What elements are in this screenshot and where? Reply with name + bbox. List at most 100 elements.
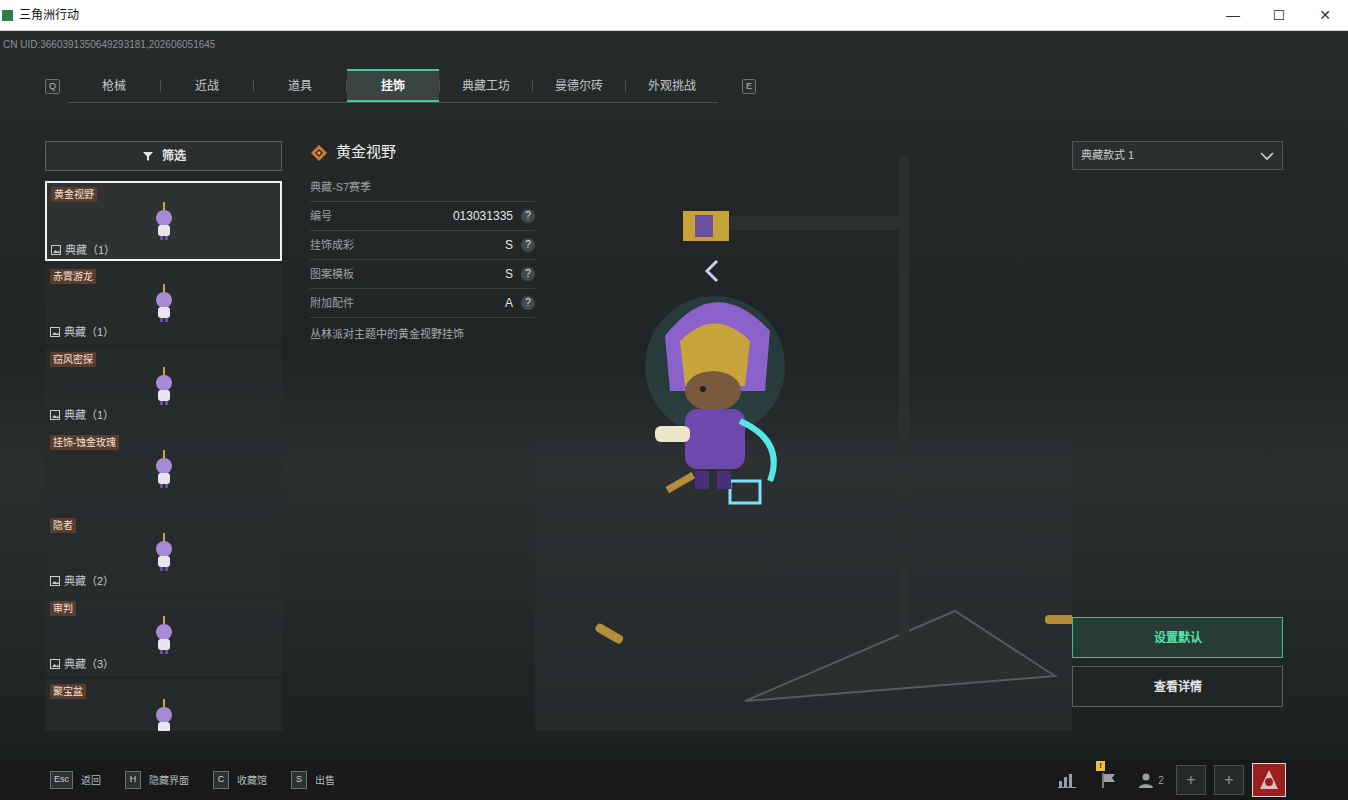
view-details-button[interactable]: 查看详情 bbox=[1072, 666, 1283, 707]
category-tab[interactable]: 枪械 bbox=[68, 69, 160, 102]
charm-item[interactable]: 挂饰-蚀金玫瑰 bbox=[45, 430, 282, 510]
hotkey-key: S bbox=[291, 771, 307, 789]
filter-icon bbox=[142, 150, 154, 162]
category-tab[interactable]: 挂饰 bbox=[347, 69, 439, 102]
alert-badge: ! bbox=[1096, 761, 1105, 771]
charm-panel: 筛选 黄金视野典藏（1）赤霄游龙典藏（1）窃风密探典藏（1）挂饰-蚀金玫瑰隐者典… bbox=[45, 141, 282, 731]
attribute-value: 013031335 bbox=[453, 207, 513, 225]
tab-label: 枪械 bbox=[102, 77, 126, 95]
bar-chart-icon bbox=[1058, 772, 1076, 788]
tab-label: 近战 bbox=[195, 77, 219, 95]
flag-icon bbox=[1100, 772, 1118, 788]
charm-item[interactable]: 隐者典藏（2） bbox=[45, 513, 282, 593]
charm-item[interactable]: 审判典藏（3） bbox=[45, 596, 282, 676]
hotkey[interactable]: S出售 bbox=[291, 771, 335, 789]
attribute-label: 编号 bbox=[310, 208, 453, 225]
charm-item[interactable]: 黄金视野典藏（1） bbox=[45, 181, 282, 261]
hotkey[interactable]: H隐藏界面 bbox=[125, 771, 189, 789]
category-tab[interactable]: 外观挑战 bbox=[626, 69, 718, 102]
category-tab[interactable]: 道具 bbox=[254, 69, 346, 102]
hotkey-list: Esc 返回 H隐藏界面 C收藏馆 S出售 bbox=[50, 771, 335, 789]
add-slot-button[interactable]: + bbox=[1214, 765, 1244, 795]
description: 丛林派对主题中的黄金视野挂饰 bbox=[310, 318, 535, 343]
add-slot-button[interactable]: + bbox=[1176, 765, 1206, 795]
charm-item[interactable]: 赤霄游龙典藏（1） bbox=[45, 264, 282, 344]
category-tab[interactable]: 典藏工坊 bbox=[440, 69, 532, 102]
close-button[interactable]: ✕ bbox=[1302, 0, 1348, 30]
category-tab[interactable]: 曼德尔砖 bbox=[533, 69, 625, 102]
button-label: 查看详情 bbox=[1154, 680, 1202, 694]
help-button[interactable]: ? bbox=[521, 238, 535, 252]
charm-name: 黄金视野 bbox=[51, 187, 97, 202]
notice-button[interactable]: ! bbox=[1092, 763, 1126, 797]
charm-item[interactable]: 窃风密探典藏（1） bbox=[45, 347, 282, 427]
set-default-button[interactable]: 设置默认 bbox=[1072, 617, 1283, 658]
help-button[interactable]: ? bbox=[521, 209, 535, 223]
hotkey-key: C bbox=[213, 771, 229, 789]
charm-item[interactable]: 聚宝盆 bbox=[45, 679, 282, 731]
app-logo-icon bbox=[2, 10, 13, 21]
charm-tag-row: 典藏（3） bbox=[50, 656, 277, 673]
help-button[interactable]: ? bbox=[521, 267, 535, 281]
picture-icon bbox=[50, 659, 60, 669]
charm-thumb-area bbox=[51, 202, 276, 242]
window-title: 三角洲行动 bbox=[19, 6, 1210, 24]
party-count: 2 bbox=[1158, 773, 1164, 788]
hotkey[interactable]: C收藏馆 bbox=[213, 771, 267, 789]
picture-icon bbox=[50, 410, 60, 420]
style-dropdown[interactable]: 典藏款式 1 bbox=[1072, 141, 1283, 170]
rarity-diamond-icon bbox=[310, 144, 328, 162]
charm-thumb-area bbox=[50, 699, 277, 731]
attribute-label: 附加配件 bbox=[310, 295, 505, 312]
game-screen: CN UID:3660391350649293181,202606051645 … bbox=[0, 31, 1348, 760]
next-tab-key[interactable]: E bbox=[742, 79, 756, 94]
charm-thumb-area bbox=[50, 284, 277, 324]
tab-divider bbox=[160, 80, 161, 92]
charm-item-header: 赤霄游龙 bbox=[50, 269, 277, 284]
picture-icon bbox=[51, 245, 61, 255]
hotkey-key: Esc bbox=[50, 771, 73, 789]
charm-tag: 典藏（1） bbox=[65, 242, 115, 259]
hotkey-label: 返回 bbox=[81, 773, 101, 788]
party-button[interactable]: 2 bbox=[1134, 763, 1168, 797]
player-avatar-icon[interactable] bbox=[1252, 763, 1286, 797]
tray: ! 2 + + bbox=[1050, 763, 1286, 797]
button-label: 设置默认 bbox=[1154, 631, 1202, 645]
person-icon bbox=[1138, 772, 1154, 788]
category-tab[interactable]: 近战 bbox=[161, 69, 253, 102]
charm-tag-row: 典藏（1） bbox=[50, 407, 277, 424]
attribute-row: 附加配件A? bbox=[310, 289, 535, 318]
stats-button[interactable] bbox=[1050, 763, 1084, 797]
chevron-down-icon bbox=[1260, 151, 1274, 161]
tab-label: 外观挑战 bbox=[648, 77, 696, 95]
charm-thumb-icon bbox=[149, 284, 179, 324]
tab-divider bbox=[439, 80, 440, 92]
maximize-button[interactable]: ☐ bbox=[1256, 0, 1302, 30]
charm-preview[interactable] bbox=[535, 141, 1072, 731]
charm-stand-preview-icon bbox=[535, 141, 1072, 731]
charm-tag-row: 典藏（2） bbox=[50, 573, 277, 590]
bottom-bar: Esc 返回 H隐藏界面 C收藏馆 S出售 ! 2 + + bbox=[0, 760, 1348, 800]
charm-thumb-icon bbox=[149, 202, 179, 242]
detail-panel: 黄金视野典藏-S7赛季编号013031335?挂饰成彩S?图案模板S?附加配件A… bbox=[310, 141, 535, 731]
season-row: 典藏-S7赛季 bbox=[310, 173, 535, 202]
title-bar: 三角洲行动 —☐✕ bbox=[0, 0, 1348, 31]
attribute-row: 编号013031335? bbox=[310, 202, 535, 231]
attribute-row: 图案模板S? bbox=[310, 260, 535, 289]
charm-thumb-icon bbox=[149, 699, 179, 731]
charm-item-header: 黄金视野 bbox=[51, 187, 276, 202]
tab-label: 道具 bbox=[288, 77, 312, 95]
hotkey[interactable]: Esc 返回 bbox=[50, 771, 101, 789]
charm-thumb-icon bbox=[149, 450, 179, 505]
detail-title: 黄金视野 bbox=[336, 141, 396, 165]
filter-label: 筛选 bbox=[162, 147, 186, 165]
charm-thumb-area bbox=[50, 367, 277, 407]
tab-divider bbox=[253, 80, 254, 92]
prev-tab-key[interactable]: Q bbox=[45, 79, 60, 94]
help-button[interactable]: ? bbox=[521, 296, 535, 310]
filter-button[interactable]: 筛选 bbox=[45, 141, 282, 171]
add-slot-label: + bbox=[1224, 768, 1233, 792]
picture-icon bbox=[50, 576, 60, 586]
minimize-button[interactable]: — bbox=[1210, 0, 1256, 30]
charm-thumb-area bbox=[50, 533, 277, 573]
